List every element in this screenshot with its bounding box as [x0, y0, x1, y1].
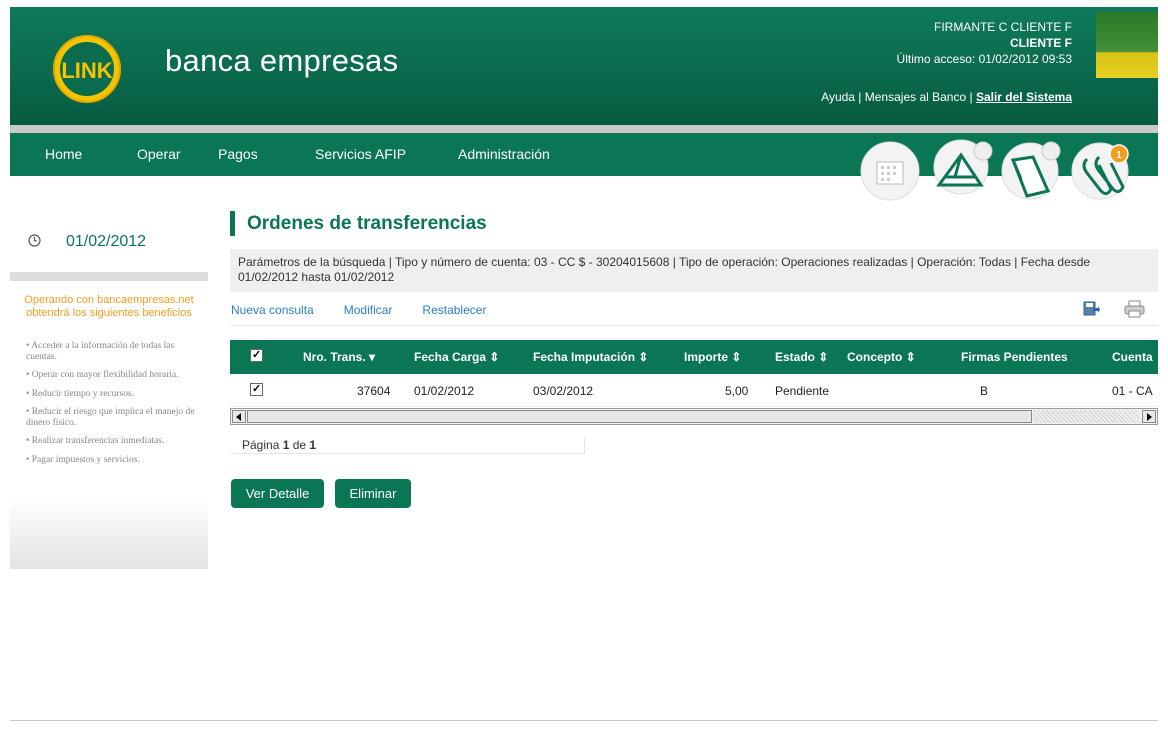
link-logo[interactable]: LINK: [50, 32, 124, 106]
sidebar-divider: [10, 272, 208, 281]
arrow-right-icon: [1147, 413, 1152, 421]
nav-operar[interactable]: Operar: [137, 146, 181, 162]
user-client-name: CLIENTE F: [1010, 36, 1072, 50]
horizontal-scrollbar[interactable]: [230, 408, 1158, 425]
quick-access-icons: 1: [860, 139, 1129, 201]
col-importe[interactable]: Importe ⇕: [684, 350, 741, 364]
benefit-item: Operar con mayor flexibilidad horaria.: [26, 370, 204, 381]
print-icon[interactable]: [1124, 300, 1145, 318]
current-date: 01/02/2012: [66, 233, 147, 250]
benefit-item: Pagar impuestos y servicios.: [26, 455, 204, 466]
clock-icon: [28, 234, 41, 247]
benefit-item: Reducir el riesgo que implica el manejo …: [26, 407, 204, 428]
benefits-title: Operando con bancaempresas.net obtendrá …: [10, 294, 208, 320]
page-title: Ordenes de transferencias: [230, 211, 487, 236]
pager-total: 1: [309, 438, 317, 452]
header-links: Ayuda | Mensajes al Banco | Salir del Si…: [821, 90, 1072, 104]
nav-servicios-afip[interactable]: Servicios AFIP: [315, 146, 406, 162]
benefits-list: Acceder a la información de todas las cu…: [26, 341, 204, 473]
row-checkbox[interactable]: ✓: [250, 383, 263, 396]
view-detail-button[interactable]: Ver Detalle: [231, 479, 324, 508]
delete-button[interactable]: Eliminar: [335, 479, 411, 508]
notification-badge: 1: [1109, 144, 1129, 164]
cell-importe: 5,00: [725, 384, 749, 398]
pagination: Página 1 de 1: [230, 437, 585, 454]
nav-home[interactable]: Home: [45, 146, 82, 162]
last-access: Último acceso: 01/02/2012 09:53: [896, 52, 1072, 66]
logout-link[interactable]: Salir del Sistema: [976, 90, 1072, 104]
col-nro-trans[interactable]: Nro. Trans. ▾: [303, 350, 375, 364]
svg-text:1: 1: [1116, 150, 1122, 161]
select-all-checkbox[interactable]: ✓: [250, 349, 263, 362]
col-estado[interactable]: Estado ⇕: [775, 350, 828, 364]
benefits-title-line1: Operando con bancaempresas.net: [24, 294, 194, 306]
user-info: FIRMANTE C CLIENTE F CLIENTE F Último ac…: [897, 19, 1072, 67]
save-icon[interactable]: [1083, 300, 1100, 317]
envelope-icon[interactable]: [933, 139, 993, 195]
brand-name: banca empresas: [165, 43, 399, 78]
modify-link[interactable]: Modificar: [344, 303, 393, 317]
actions-divider: [230, 325, 1158, 326]
cell-estado: Pendiente: [775, 384, 830, 398]
check-icon: ✓: [252, 383, 262, 395]
user-photo: [1096, 12, 1158, 78]
new-query-link[interactable]: Nueva consulta: [231, 303, 314, 317]
link-separator: |: [854, 90, 865, 104]
cell-nro-trans: 37604: [357, 384, 391, 398]
help-link[interactable]: Ayuda: [821, 90, 855, 104]
pager-middle: de: [289, 438, 310, 452]
col-fecha-imputacion[interactable]: Fecha Imputación ⇕: [533, 350, 648, 364]
table-header: ✓ Nro. Trans. ▾ Fecha Carga ⇕ Fecha Impu…: [230, 340, 1158, 374]
cell-firmas-pendientes: B: [980, 384, 989, 398]
header-banner: LINK banca empresas FIRMANTE C CLIENTE F…: [10, 7, 1158, 125]
header-divider: [10, 125, 1158, 133]
benefit-item: Realizar transferencias inmediatas.: [26, 436, 204, 447]
sidebar-date-box: 01/02/2012: [10, 222, 208, 262]
arrow-left-icon: [236, 413, 241, 421]
col-fecha-carga[interactable]: Fecha Carga ⇕: [414, 350, 499, 364]
col-firmas-pendientes: Firmas Pendientes: [961, 350, 1068, 364]
benefits-title-line2: obtendrá los siguientes beneficios: [26, 307, 192, 319]
search-params: Parámetros de la búsqueda | Tipo y númer…: [230, 249, 1158, 292]
calendar-icon[interactable]: [860, 141, 920, 201]
cell-fecha-imputacion: 03/02/2012: [533, 384, 594, 398]
pager-prefix: Página: [242, 438, 283, 452]
cell-fecha-carga: 01/02/2012: [414, 384, 475, 398]
benefit-item: Reducir tiempo y recursos.: [26, 389, 204, 400]
nav-pagos[interactable]: Pagos: [218, 146, 258, 162]
col-cuenta[interactable]: Cuenta: [1112, 350, 1153, 364]
messages-link[interactable]: Mensajes al Banco: [865, 90, 966, 104]
benefits-panel: Operando con bancaempresas.net obtendrá …: [10, 281, 208, 569]
link-separator: |: [966, 90, 976, 104]
scroll-thumb[interactable]: [247, 410, 1032, 423]
folder-icon[interactable]: [1001, 141, 1061, 200]
col-concepto[interactable]: Concepto ⇕: [847, 350, 916, 364]
table-row[interactable]: ✓ 37604 01/02/2012 03/02/2012 5,00 Pendi…: [230, 374, 1158, 407]
reset-link[interactable]: Restablecer: [422, 303, 486, 317]
scroll-track[interactable]: [1033, 410, 1140, 423]
check-icon: ✓: [252, 349, 262, 361]
scroll-left-button[interactable]: [232, 410, 246, 423]
benefit-item: Acceder a la información de todas las cu…: [26, 341, 204, 362]
action-links: Nueva consulta Modificar Restablecer: [231, 303, 516, 317]
footer-divider: [10, 720, 1158, 721]
scroll-right-button[interactable]: [1142, 410, 1156, 423]
user-signer-name: FIRMANTE C CLIENTE F: [933, 20, 1072, 34]
svg-text:LINK: LINK: [61, 58, 112, 83]
transfers-table: ✓ Nro. Trans. ▾ Fecha Carga ⇕ Fecha Impu…: [230, 340, 1158, 426]
nav-administracion[interactable]: Administración: [458, 146, 550, 162]
cell-cuenta: 01 - CA: [1112, 384, 1153, 398]
